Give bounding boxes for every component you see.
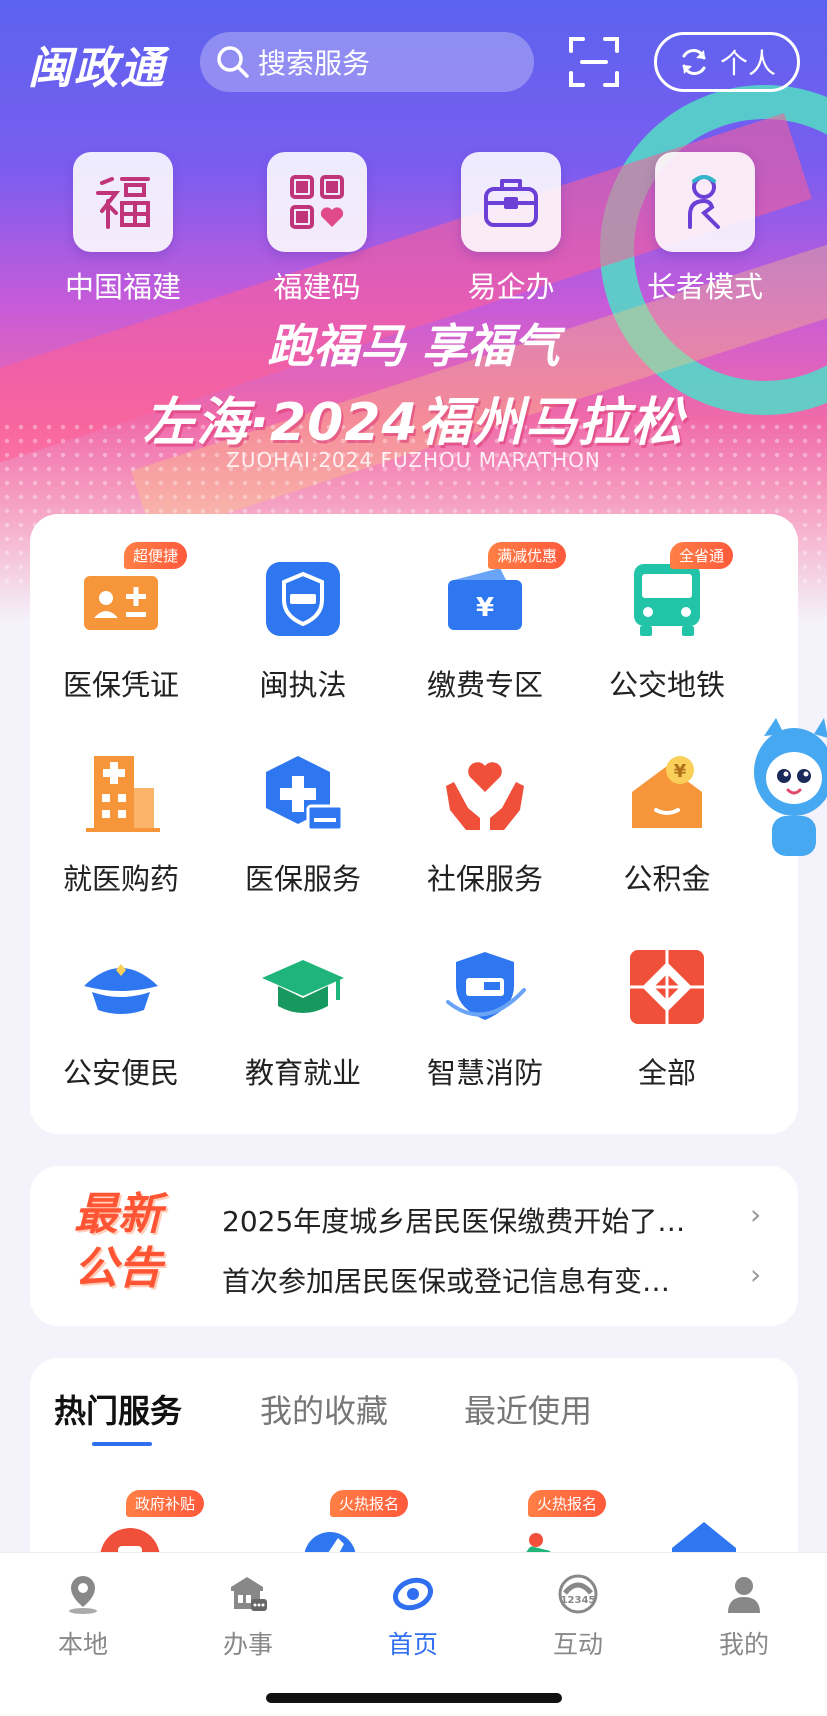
- mascot-assistant-icon[interactable]: [742, 712, 827, 862]
- service-insurance-service[interactable]: 医保服务: [212, 748, 394, 898]
- service-label: 智慧消防: [426, 1056, 543, 1090]
- service-min-law-enforcement[interactable]: 闽执法: [212, 554, 394, 704]
- nav-home[interactable]: 首页: [363, 1573, 463, 1661]
- nav-label: 我的: [718, 1630, 769, 1659]
- tab-recent[interactable]: 最近使用: [464, 1386, 592, 1432]
- quick-tile-label: 福建码: [273, 270, 361, 304]
- home-logo-icon: [393, 1577, 433, 1611]
- tab-indicator: [92, 1442, 152, 1446]
- svg-text:¥: ¥: [476, 593, 494, 623]
- search-placeholder: 搜索服务: [258, 47, 371, 80]
- personal-switch-button[interactable]: 个人: [654, 32, 800, 92]
- service-label: 就医购药: [62, 862, 179, 896]
- quick-tile-label: 中国福建: [64, 270, 181, 304]
- service-badge: 火热报名: [330, 1490, 409, 1517]
- service-label: 闽执法: [259, 668, 347, 702]
- app-logo: 闽政通: [28, 43, 166, 94]
- announcement-title: 最新 公告: [74, 1189, 162, 1294]
- nav-label: 办事: [222, 1630, 273, 1659]
- graduation-cap-icon: [262, 960, 344, 1013]
- announcement-item[interactable]: 首次参加居民医保或登记信息有变…: [222, 1260, 670, 1300]
- qr-code-heart-icon: [290, 175, 344, 229]
- service-badge: 火热报名: [528, 1490, 607, 1517]
- quick-tile-elder-mode[interactable]: 长者模式: [647, 152, 763, 306]
- search-bar[interactable]: 搜索服务: [200, 32, 534, 92]
- location-pin-icon: [69, 1576, 97, 1614]
- service-label: 缴费专区: [426, 668, 543, 702]
- service-bus-metro[interactable]: 全省通 公交地铁: [576, 542, 758, 704]
- fire-shield-icon: [446, 952, 526, 1020]
- banner-title: 左海·2024福州马拉松: [143, 393, 684, 453]
- law-enforcement-shield-icon: [266, 562, 340, 636]
- hands-heart-icon: [446, 762, 524, 830]
- service-badge: 满减优惠: [488, 542, 567, 569]
- service-social-security[interactable]: 社保服务: [394, 748, 576, 898]
- nav-affairs[interactable]: 办事: [198, 1573, 298, 1661]
- personal-label: 个人: [719, 47, 776, 80]
- service-smart-fire[interactable]: 智慧消防: [394, 942, 576, 1092]
- quick-tile-label: 易企办: [467, 270, 555, 304]
- medical-plus-icon: [266, 756, 344, 832]
- service-label: 教育就业: [244, 1056, 361, 1090]
- chevron-right-icon: ›: [750, 1258, 762, 1291]
- service-label: 公交地铁: [608, 668, 725, 702]
- elder-person-icon: [688, 175, 720, 229]
- service-public-security[interactable]: 公安便民: [30, 942, 212, 1092]
- all-grid-icon: [630, 950, 704, 1024]
- building-chat-icon: [231, 1577, 267, 1611]
- sync-icon: [682, 49, 706, 75]
- service-grid-card: 超便捷 医保凭证 闽执法 ¥ 满减优惠 缴费专区 全省通 公交地铁 就医购药 医…: [30, 514, 798, 1134]
- service-label: 医保服务: [244, 862, 361, 896]
- announcement-item[interactable]: 2025年度城乡居民医保缴费开始了…: [222, 1200, 685, 1240]
- service-label: 全部: [637, 1056, 696, 1090]
- nav-interaction[interactable]: 12345 互动: [528, 1573, 628, 1661]
- tab-hot-services[interactable]: 热门服务: [54, 1386, 182, 1432]
- svg-text:12345: 12345: [561, 1595, 596, 1606]
- nav-label: 首页: [387, 1630, 438, 1659]
- home-indicator: [266, 1693, 562, 1703]
- banner-slogan: 跑福马 享福气: [267, 319, 560, 373]
- quick-tile-fujian-code[interactable]: 福建码: [266, 152, 368, 306]
- bottom-navigation: 本地 办事 首页 12345 互动 我的: [0, 1552, 827, 1716]
- service-label: 公安便民: [62, 1056, 179, 1090]
- service-label: 社保服务: [426, 862, 543, 896]
- chevron-right-icon: ›: [750, 1198, 762, 1231]
- service-education-employment[interactable]: 教育就业: [212, 942, 394, 1092]
- service-insurance-certificate[interactable]: 超便捷 医保凭证: [30, 542, 212, 704]
- service-label: 医保凭证: [62, 668, 179, 702]
- scan-icon[interactable]: [568, 36, 620, 88]
- quick-tile-china-fujian[interactable]: 中国福建: [65, 152, 181, 306]
- nav-mine[interactable]: 我的: [694, 1573, 794, 1661]
- user-icon: [728, 1577, 760, 1613]
- police-cap-icon: [84, 964, 158, 1014]
- nav-local[interactable]: 本地: [33, 1573, 133, 1661]
- service-housing-fund[interactable]: ¥ 公积金: [576, 748, 758, 898]
- service-payment-zone[interactable]: ¥ 满减优惠 缴费专区: [394, 542, 576, 704]
- fu-character-icon: [96, 177, 150, 229]
- service-badge: 政府补贴: [126, 1490, 205, 1517]
- hotline-12345-icon: 12345: [558, 1574, 598, 1614]
- service-badge: 全省通: [670, 542, 734, 569]
- nav-label: 互动: [552, 1630, 603, 1659]
- service-label: 公积金: [623, 862, 711, 896]
- quick-tile-label: 长者模式: [646, 270, 763, 304]
- briefcase-icon: [484, 179, 538, 227]
- banner-subtitle: ZUOHAI·2024 FUZHOU MARATHON: [226, 448, 601, 472]
- announcement-card: 最新 公告 2025年度城乡居民医保缴费开始了… › 首次参加居民医保或登记信息…: [30, 1166, 798, 1326]
- svg-text:¥: ¥: [674, 761, 687, 782]
- search-icon: [217, 46, 249, 78]
- tab-my-favorites[interactable]: 我的收藏: [260, 1386, 388, 1432]
- yen-envelope-icon: ¥: [632, 756, 702, 828]
- nav-label: 本地: [57, 1630, 108, 1659]
- quick-tile-yiqiban[interactable]: 易企办: [460, 152, 562, 306]
- service-badge: 超便捷: [124, 542, 188, 569]
- service-all[interactable]: 全部: [576, 942, 758, 1092]
- service-medical-medicine[interactable]: 就医购药: [30, 748, 212, 898]
- hospital-icon: [86, 756, 160, 832]
